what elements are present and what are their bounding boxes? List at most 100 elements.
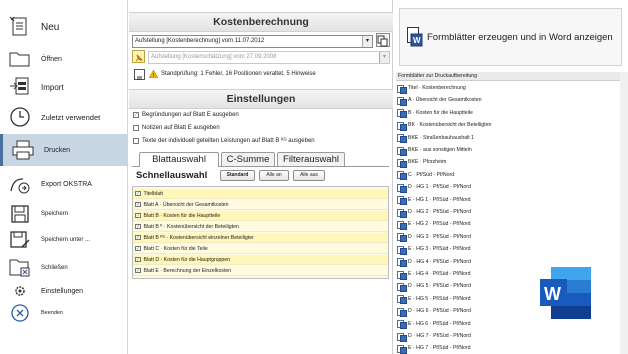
nav-import[interactable]: Import <box>0 74 128 100</box>
alle-aus-button[interactable]: Alle aus <box>293 170 325 181</box>
form-document-icon <box>397 233 407 243</box>
option-begruendungen[interactable]: ✓ Begründungen auf Blatt E ausgeben <box>133 112 239 118</box>
form-item[interactable]: D · HG 6 · Pf/Süd - Pf/Nord <box>397 306 471 317</box>
section-title-einstellungen: Einstellungen <box>129 89 393 109</box>
form-item[interactable]: D · HG 3 · Pf/Süd - Pf/Nord <box>397 232 471 243</box>
form-item[interactable]: E · HG 2 · Pf/Süd - Pf/Nord <box>397 219 471 230</box>
alle-an-button[interactable]: Alle an <box>259 170 289 181</box>
checkbox-unchecked[interactable] <box>133 138 139 144</box>
backstage-nav: Neu Öffnen Import Zuletzt verwendet Druc… <box>0 0 128 354</box>
blatt-row[interactable]: ✓ Blatt E · Berechnung der Einzelkosten <box>133 266 388 276</box>
checkbox-checked[interactable]: ✓ <box>135 245 141 252</box>
svg-text:W: W <box>544 284 561 304</box>
form-item[interactable]: BKE · Straßenbauhaushalt 1 <box>397 133 474 144</box>
form-item[interactable]: BK · Kostenübersicht der Beteiligten <box>397 120 491 131</box>
blatt-row[interactable]: ✓ Blatt B ᴷ · Kostenübersicht der Beteili… <box>133 222 388 232</box>
blatt-row[interactable]: ✓ Blatt B · Kosten für die Hauptteile <box>133 211 388 221</box>
section-title-kostenberechnung: Kostenberechnung <box>129 12 393 32</box>
form-document-icon <box>397 282 407 292</box>
option-label: Begründungen auf Blatt E ausgeben <box>142 112 239 118</box>
form-label: D · HG 3 · Pf/Süd - Pf/Nord <box>408 233 471 240</box>
form-item[interactable]: D · HG 1 · Pf/Süd - Pf/Nord <box>397 182 471 193</box>
blatt-row[interactable]: ✓ Titelblatt <box>133 189 388 199</box>
exit-icon <box>7 302 33 324</box>
blatt-row[interactable]: ✓ Blatt D · Kosten für die Hauptgruppen <box>133 255 388 265</box>
checkbox-checked[interactable]: ✓ <box>135 267 141 274</box>
checkbox-unchecked[interactable] <box>133 125 139 131</box>
checkbox-checked[interactable]: ✓ <box>133 112 139 118</box>
form-item[interactable]: D · HG 5 · Pf/Süd - Pf/Nord <box>397 281 471 292</box>
save-icon <box>7 203 33 225</box>
nav-schliessen[interactable]: Schließen <box>0 256 128 280</box>
form-item[interactable]: Titel · Kostenberechnung <box>397 83 466 94</box>
option-texte[interactable]: Texte der individuell geteilten Leistung… <box>133 138 315 144</box>
blatt-label: Blatt A · Übersicht der Gesamtkosten <box>143 201 229 208</box>
checkbox-checked[interactable]: ✓ <box>135 223 141 230</box>
printer-icon <box>10 139 36 161</box>
form-item[interactable]: E · HG 4 · Pf/Süd - Pf/Nord <box>397 269 471 280</box>
copy-icon[interactable] <box>376 33 390 47</box>
export-icon <box>7 173 33 195</box>
form-document-icon <box>397 158 407 168</box>
form-item[interactable]: D · HG 7 · Pf/Süd - Pf/Nord <box>397 331 471 342</box>
form-item[interactable]: D · HG 4 · Pf/Süd - Pf/Nord <box>397 257 471 268</box>
standard-button[interactable]: Standard <box>220 170 255 181</box>
form-item[interactable]: BKE · Pforzheim <box>397 157 446 168</box>
blatt-label: Blatt B ᴷᴳ · Kostenübersicht einzelner B… <box>143 234 254 241</box>
generate-forms-button[interactable]: W Formblätter erzeugen und in Word anzei… <box>399 8 622 66</box>
form-label: BKE · aus sonstigen Mitteln <box>408 147 472 153</box>
form-document-icon <box>397 245 407 255</box>
form-label: D · HG 2 · Pf/Süd - Pf/Nord <box>408 209 471 215</box>
chevron-down-icon: ▾ <box>379 52 389 63</box>
form-item[interactable]: E · HG 6 · Pf/Süd - Pf/Nord <box>397 319 471 330</box>
nav-einstellungen[interactable]: Einstellungen <box>0 282 128 300</box>
form-item[interactable]: A · Übersicht der Gesamtkosten <box>397 95 482 106</box>
nav-drucken[interactable]: Drucken <box>0 134 128 166</box>
aufstellung-combo[interactable]: Aufstellung [Kostenberechnung] vom 11.07… <box>132 35 373 48</box>
checkbox-checked[interactable]: ✓ <box>135 201 141 208</box>
checkbox-checked[interactable]: ✓ <box>135 190 141 197</box>
form-document-icon <box>397 258 407 268</box>
option-notizen[interactable]: Notizen auf Blatt E ausgeben <box>133 125 220 131</box>
checkbox-checked[interactable]: ✓ <box>135 212 141 219</box>
check-document-icon[interactable] <box>134 69 145 80</box>
form-item[interactable]: E · HG 3 · Pf/Süd - Pf/Nord <box>397 244 471 255</box>
nav-speichern[interactable]: Speichern <box>0 202 128 226</box>
form-item[interactable]: E · HG 1 · Pf/Süd - Pf/Nord <box>397 195 471 206</box>
blatt-row[interactable]: ✓ Blatt A · Übersicht der Gesamtkosten <box>133 200 388 210</box>
tab-c-summe[interactable]: C-Summe <box>221 152 275 166</box>
blatt-row[interactable]: ✓ Blatt C · Kosten für die Teile <box>133 244 388 254</box>
combo-value: Aufstellung [Kostenberechnung] vom 11.07… <box>135 38 265 44</box>
nav-zuletzt[interactable]: Zuletzt verwendet <box>0 104 128 130</box>
tab-filterauswahl[interactable]: Filterauswahl <box>277 152 345 166</box>
gear-icon <box>7 280 33 302</box>
nav-export-okstra[interactable]: Export OKSTRA <box>0 172 128 196</box>
form-item[interactable]: D · HG 2 · Pf/Süd - Pf/Nord <box>397 207 471 218</box>
blatt-label: Blatt B ᴷ · Kostenübersicht der Beteilig… <box>143 223 239 230</box>
form-item[interactable]: BKE · aus sonstigen Mitteln <box>397 145 472 156</box>
chevron-down-icon[interactable]: ▾ <box>362 36 372 47</box>
save-as-icon <box>7 229 33 251</box>
warning-icon: ! <box>149 70 158 78</box>
blatt-row[interactable]: ✓ Blatt B ᴷᴳ · Kostenübersicht einzelner … <box>133 233 388 243</box>
generate-label: Formblätter erzeugen und in Word anzeige… <box>427 31 613 43</box>
nav-beenden[interactable]: Beenden <box>0 302 128 324</box>
nav-oeffnen[interactable]: Öffnen <box>0 46 128 72</box>
form-label: C · Pf/Süd - Pf/Nord <box>408 171 455 178</box>
form-item[interactable]: E · HG 5 · Pf/Süd - Pf/Nord <box>397 294 471 305</box>
nav-neu[interactable]: Neu <box>0 12 128 42</box>
form-document-icon <box>397 146 407 156</box>
compare-pin-icon[interactable] <box>132 50 145 63</box>
form-label: D · HG 6 · Pf/Süd - Pf/Nord <box>408 308 471 315</box>
form-item[interactable]: E · HG 7 · Pf/Süd - Pf/Nord <box>397 343 471 354</box>
form-label: E · HG 6 · Pf/Süd - Pf/Nord <box>408 320 471 327</box>
form-item[interactable]: B · Kosten für die Hauptteile <box>397 108 473 119</box>
form-item[interactable]: C · Pf/Süd - Pf/Nord <box>397 170 455 181</box>
nav-speichern-unter[interactable]: Speichern unter ... <box>0 228 128 252</box>
checkbox-checked[interactable]: ✓ <box>135 256 141 263</box>
forms-scrollbar[interactable] <box>620 72 628 354</box>
form-document-icon <box>397 295 407 305</box>
checkbox-checked[interactable]: ✓ <box>135 234 141 241</box>
nav-label: Neu <box>41 21 60 33</box>
tab-blattauswahl[interactable]: Blattauswahl <box>139 152 219 167</box>
